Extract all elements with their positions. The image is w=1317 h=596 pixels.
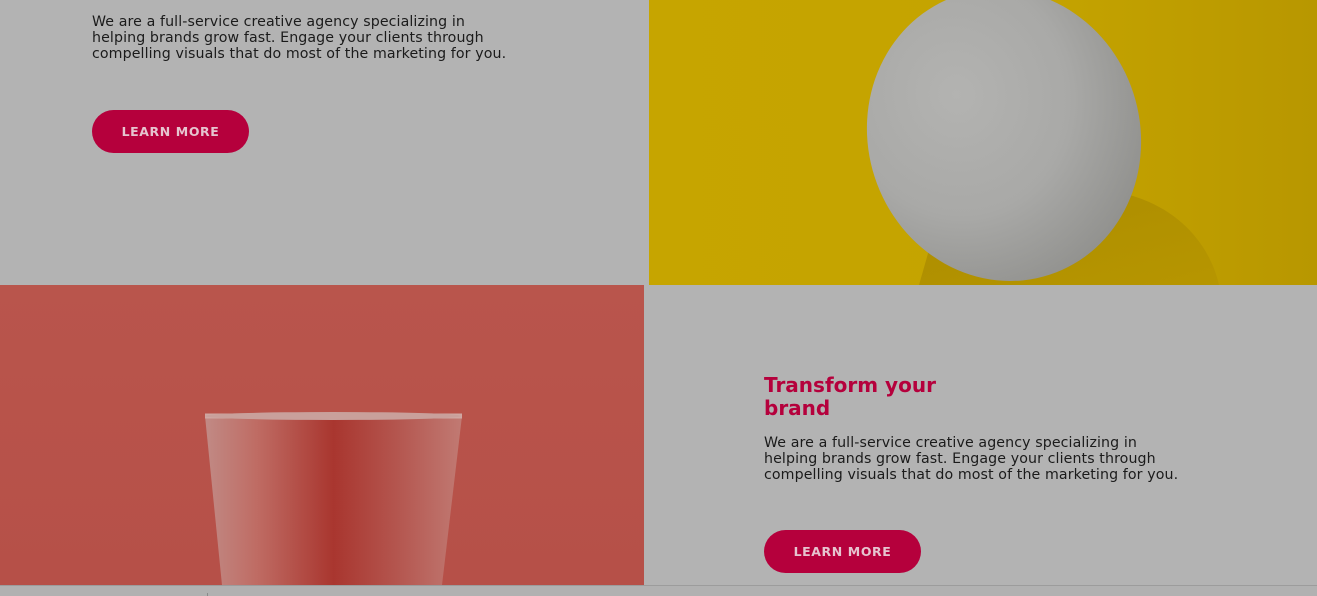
- feature-description: We are a full-service creative agency sp…: [764, 435, 1179, 483]
- learn-more-button[interactable]: LEARN MORE: [92, 110, 249, 153]
- cup-illustration: [205, 412, 462, 585]
- learn-more-button[interactable]: LEARN MORE: [764, 530, 921, 573]
- egg-image: [649, 0, 1317, 285]
- bottom-divider: [0, 585, 1317, 596]
- page: We are a full-service creative agency sp…: [0, 0, 1317, 596]
- feature-section-top: We are a full-service creative agency sp…: [0, 0, 649, 285]
- egg-illustration: [866, 0, 1219, 285]
- feature-heading: Transform your brand: [764, 373, 936, 420]
- feature-description: We are a full-service creative agency sp…: [92, 14, 507, 62]
- cup-image: [0, 285, 644, 585]
- feature-section-bottom: Transform your brand We are a full-servi…: [644, 285, 1317, 585]
